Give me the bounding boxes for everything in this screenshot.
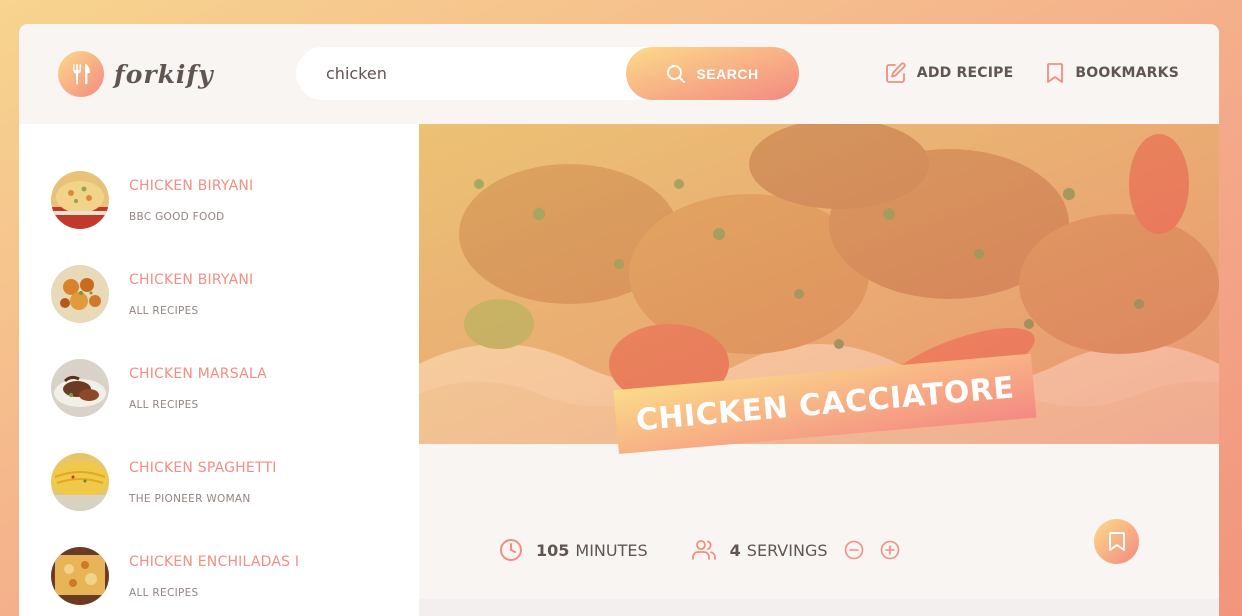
minus-circle-icon[interactable] [844, 540, 877, 560]
recipe-thumbnail [51, 453, 109, 511]
result-publisher: THE PIONEER WOMAN [129, 492, 251, 505]
search-results: CHICKEN BIRYANI BBC GOOD FOOD CHICKEN BI… [19, 124, 419, 616]
search-button-label: Search [696, 65, 759, 82]
recipe-thumbnail [51, 265, 109, 323]
bookmarks-label: BOOKMARKS [1075, 65, 1179, 81]
result-item[interactable]: CHICKEN BIRYANI ALL RECIPES [51, 265, 253, 323]
recipe-thumbnail [51, 547, 109, 605]
servings-count: 4 [729, 540, 741, 560]
ingredients-section-edge [419, 599, 1219, 616]
result-item[interactable]: CHICKEN BIRYANI BBC GOOD FOOD [51, 171, 253, 229]
logo-text: forkify [114, 59, 214, 89]
add-recipe-label: ADD RECIPE [916, 65, 1014, 81]
bookmark-icon [1108, 531, 1126, 553]
recipe-thumbnail [51, 359, 109, 417]
servings-controls [844, 540, 913, 560]
result-publisher: BBC GOOD FOOD [129, 210, 225, 223]
users-icon [691, 538, 730, 562]
result-title: CHICKEN BIRYANI [129, 271, 254, 288]
servings: 4 SERVINGS [691, 538, 913, 562]
clock-icon [499, 538, 536, 562]
result-title: CHICKEN SPAGHETTI [129, 459, 277, 476]
cooking-minutes-label: MINUTES [575, 540, 648, 560]
recipe-view: CHICKEN CACCIATORE 105 MINUTES 4 SERVING… [419, 124, 1219, 616]
search-icon [666, 64, 686, 84]
nav: ADD RECIPE BOOKMARKS [885, 62, 1179, 84]
cooking-time: 105 MINUTES [499, 538, 648, 562]
app-container: forkify Search [19, 24, 1219, 616]
plus-circle-icon[interactable] [880, 540, 913, 560]
add-recipe-button[interactable]: ADD RECIPE [885, 62, 1014, 84]
servings-label: SERVINGS [746, 540, 828, 560]
result-publisher: ALL RECIPES [129, 304, 199, 317]
logo[interactable]: forkify [58, 50, 214, 98]
cooking-minutes: 105 [536, 540, 570, 560]
result-item[interactable]: CHICKEN ENCHILADAS I ALL RECIPES [51, 547, 299, 605]
result-title: CHICKEN BIRYANI [129, 177, 254, 194]
result-item[interactable]: CHICKEN SPAGHETTI THE PIONEER WOMAN [51, 453, 277, 511]
search-form: Search [296, 47, 799, 100]
edit-icon [885, 62, 917, 84]
result-title: CHICKEN MARSALA [129, 365, 267, 382]
result-title: CHICKEN ENCHILADAS I [129, 553, 300, 570]
header: forkify Search [19, 24, 1219, 124]
result-publisher: ALL RECIPES [129, 586, 199, 599]
fork-knife-icon [58, 51, 104, 97]
search-button[interactable]: Search [626, 47, 799, 100]
bookmarks-button[interactable]: BOOKMARKS [1045, 62, 1179, 84]
result-publisher: ALL RECIPES [129, 398, 199, 411]
result-item[interactable]: CHICKEN MARSALA ALL RECIPES [51, 359, 267, 417]
bookmark-icon [1045, 62, 1075, 84]
recipe-thumbnail [51, 171, 109, 229]
bookmark-recipe-button[interactable] [1094, 519, 1139, 564]
search-input[interactable] [326, 64, 626, 83]
recipe-details: 105 MINUTES 4 SERVINGS [499, 528, 1159, 572]
